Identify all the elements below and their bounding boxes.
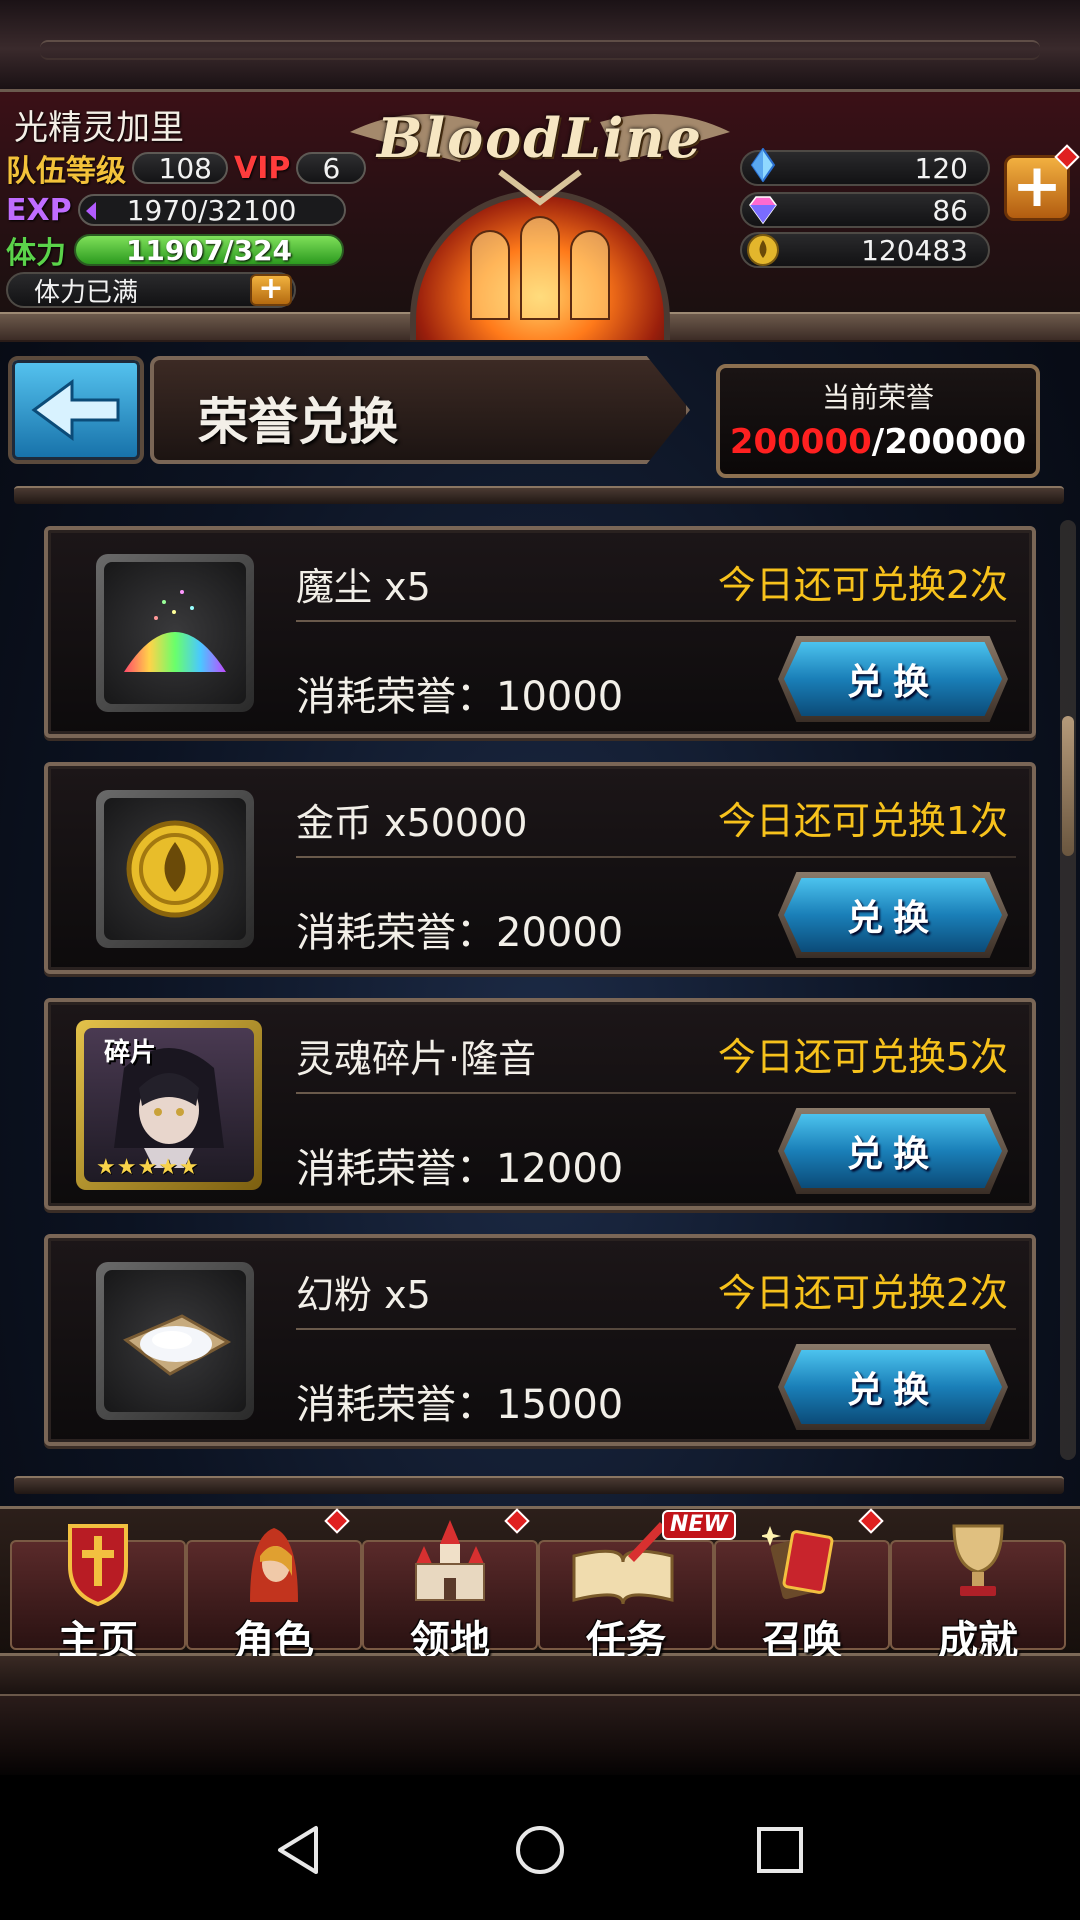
game-screen: BloodLine 光精灵加里 队伍等级 108 VIP 6 EXP 1970/… — [0, 0, 1080, 1775]
item-name: 魔尘 x5 — [296, 565, 431, 609]
list-scrollbar[interactable] — [1060, 520, 1076, 1460]
system-home-icon[interactable] — [512, 1822, 568, 1878]
exp-bar: 1970/32100 — [77, 193, 346, 227]
character-icon — [250, 1528, 298, 1602]
honor-current: 200000 — [729, 422, 872, 462]
item-icon-frame — [96, 790, 254, 948]
magic-dust-icon — [124, 590, 226, 672]
team-level-row: 队伍等级 108 VIP 6 — [6, 150, 367, 189]
team-level-value: 108 — [132, 152, 228, 185]
exchange-button-label: 兑换 — [784, 642, 1002, 716]
item-daily-limit: 今日还可兑换2次 — [717, 1271, 1008, 1315]
system-recents-icon[interactable] — [752, 1822, 808, 1878]
nav-achievement[interactable]: 成就 — [890, 1512, 1066, 1664]
card-divider — [296, 1328, 1016, 1330]
add-stamina-button[interactable]: + — [250, 274, 292, 306]
item-icon-slot — [104, 1270, 246, 1412]
item-icon-frame — [96, 554, 254, 712]
back-arrow-icon — [31, 379, 120, 441]
exchange-button[interactable]: 兑换 — [778, 636, 1008, 722]
item-daily-limit: 今日还可兑换1次 — [717, 799, 1008, 843]
exchange-button-label: 兑换 — [784, 1114, 1002, 1188]
nav-home[interactable]: 主页 — [10, 1512, 186, 1664]
exp-label: EXP — [6, 192, 72, 228]
item-honor-cost: 消耗荣誉：20000 — [296, 910, 624, 956]
exchange-item-card: 幻粉 x5 今日还可兑换2次 消耗荣誉：15000 兑换 — [44, 1234, 1036, 1446]
castle-icon — [415, 1520, 485, 1601]
gold-coin-icon — [747, 234, 779, 266]
current-honor-label: 当前荣誉 — [821, 381, 934, 414]
nav-footer-rail — [0, 1656, 1080, 1696]
exchange-item-card: 金币 x50000 今日还可兑换1次 消耗荣誉：20000 兑换 — [44, 762, 1036, 974]
back-button[interactable] — [8, 356, 144, 464]
bottom-ornament — [0, 1696, 1080, 1775]
item-icon-frame — [96, 1262, 254, 1420]
item-icon-slot: 碎片 ★★★★★ — [84, 1028, 254, 1182]
stamina-bar: 11907/324 — [74, 234, 344, 267]
item-honor-cost: 消耗荣誉：10000 — [296, 674, 624, 720]
exchange-item-card: 碎片 ★★★★★ 灵魂碎片·隆音 今日还可兑换5次 消耗荣誉：12000 兑换 — [44, 998, 1036, 1210]
stamina-row: 体力 11907/324 — [6, 232, 344, 271]
stamina-label: 体力 — [6, 236, 66, 271]
honor-max: 200000 — [884, 422, 1027, 462]
gem-amount: 86 — [932, 193, 968, 227]
trophy-icon — [952, 1524, 1004, 1596]
nav-summon[interactable]: 召唤 — [714, 1512, 890, 1664]
list-bottom-rail — [14, 1476, 1064, 1494]
top-ornament — [0, 0, 1080, 92]
gold-coin-icon — [126, 820, 224, 918]
honor-separator: / — [871, 422, 885, 462]
exchange-button[interactable]: 兑换 — [778, 1344, 1008, 1430]
player-name: 光精灵加里 — [14, 108, 184, 148]
card-divider — [296, 620, 1016, 622]
add-currency-button[interactable]: + — [1004, 155, 1070, 221]
rainbow-gem-icon — [749, 196, 777, 225]
gold-amount: 120483 — [861, 233, 968, 267]
page-title: 荣誉兑换 — [198, 393, 398, 451]
item-daily-limit: 今日还可兑换5次 — [717, 1035, 1008, 1079]
fragment-stars: ★★★★★ — [96, 1155, 200, 1180]
current-honor-value: 200000/200000 — [716, 422, 1040, 462]
card-divider — [296, 856, 1016, 858]
summon-cards-icon — [762, 1526, 834, 1600]
exchange-button[interactable]: 兑换 — [778, 1108, 1008, 1194]
list-scroll-thumb[interactable] — [1062, 716, 1074, 856]
illusion-powder-icon — [123, 1314, 232, 1376]
system-back-icon[interactable] — [272, 1822, 328, 1878]
exchange-button[interactable]: 兑换 — [778, 872, 1008, 958]
exp-fill-indicator — [85, 202, 96, 220]
home-shield-icon — [68, 1524, 128, 1607]
exchange-button-label: 兑换 — [784, 1350, 1002, 1424]
item-name: 灵魂碎片·隆音 — [296, 1037, 537, 1081]
exp-row: EXP 1970/32100 — [6, 192, 346, 228]
item-icon-slot — [104, 798, 246, 940]
stamina-status-text: 体力已满 — [34, 277, 139, 308]
exchange-button-label: 兑换 — [784, 878, 1002, 952]
vip-label: VIP — [234, 150, 291, 186]
item-honor-cost: 消耗荣誉：12000 — [296, 1146, 624, 1192]
crystal-amount: 120 — [914, 151, 968, 185]
vip-value: 6 — [296, 152, 367, 185]
soul-fragment-frame: 碎片 ★★★★★ — [76, 1020, 262, 1190]
item-daily-limit: 今日还可兑换2次 — [717, 563, 1008, 607]
fragment-badge: 碎片 — [104, 1038, 157, 1068]
team-level-label: 队伍等级 — [6, 154, 126, 189]
blue-crystal-icon — [750, 148, 776, 182]
item-name: 金币 x50000 — [296, 801, 528, 845]
exp-value: 1970/32100 — [126, 193, 297, 227]
game-logo: BloodLine — [376, 106, 704, 170]
item-honor-cost: 消耗荣誉：15000 — [296, 1382, 624, 1428]
item-name: 幻粉 x5 — [296, 1273, 431, 1317]
card-divider — [296, 1092, 1016, 1094]
list-top-rail — [14, 486, 1064, 504]
item-icon-slot — [104, 562, 246, 704]
nav-territory[interactable]: 领地 — [362, 1512, 538, 1664]
exchange-item-card: 魔尘 x5 今日还可兑换2次 消耗荣誉：10000 兑换 — [44, 526, 1036, 738]
